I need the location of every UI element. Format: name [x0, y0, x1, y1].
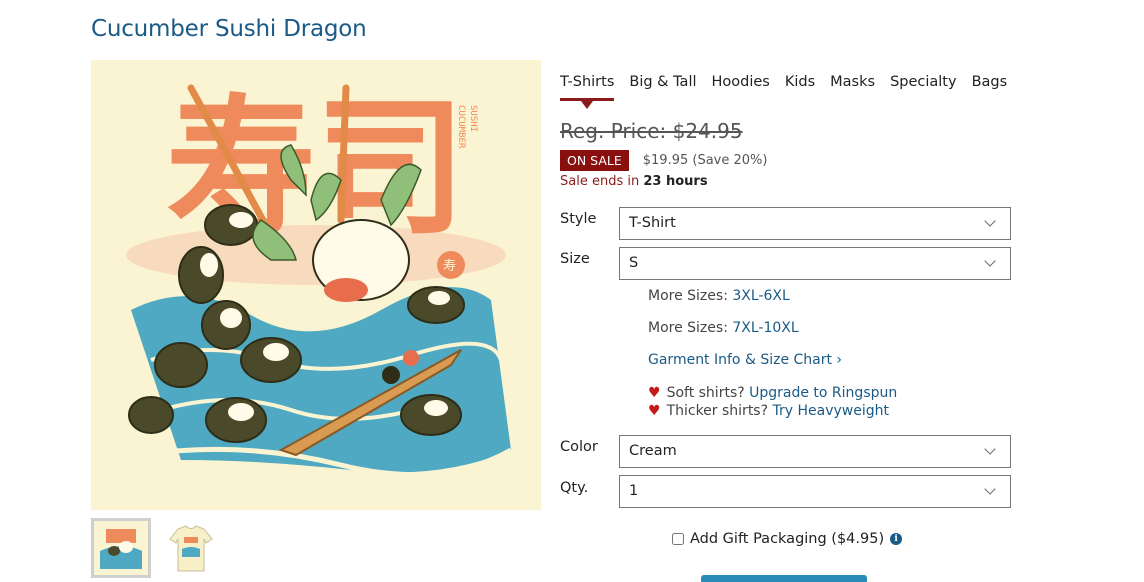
style-label: Style	[560, 211, 597, 227]
ringspun-upsell: ♥ Soft shirts? Upgrade to Ringspun	[648, 385, 898, 401]
sale-price: $19.95 (Save 20%)	[642, 153, 768, 168]
gift-packaging-option: Add Gift Packaging ($4.95) i	[672, 531, 903, 547]
chevron-down-icon	[984, 215, 996, 227]
size-chart-row: Garment Info & Size Chart ›	[648, 352, 842, 368]
more-sizes-3xl-link[interactable]: 3XL-6XL	[732, 288, 789, 304]
tab-bags[interactable]: Bags	[972, 74, 1008, 101]
product-title: Cucumber Sushi Dragon	[91, 16, 367, 42]
sushi-dragon-artwork: 寿司 CUCUMBER SUSHI 寿	[91, 60, 541, 510]
style-select[interactable]: T-Shirt	[619, 207, 1011, 240]
category-tabs: T-Shirts Big & Tall Hoodies Kids Masks S…	[560, 74, 1022, 109]
tab-kids[interactable]: Kids	[785, 74, 815, 101]
more-sizes-row-1: More Sizes: 3XL-6XL	[648, 288, 790, 304]
tab-masks[interactable]: Masks	[830, 74, 875, 101]
color-select[interactable]: Cream	[619, 435, 1011, 468]
heart-icon: ♥	[648, 403, 661, 419]
tab-big-tall[interactable]: Big & Tall	[629, 74, 696, 101]
sale-row: ON SALE $19.95 (Save 20%)	[560, 150, 767, 171]
svg-text:寿: 寿	[443, 259, 456, 274]
thumbnail-strip	[91, 518, 221, 578]
color-label: Color	[560, 439, 598, 455]
product-main-image[interactable]: 寿司 CUCUMBER SUSHI 寿	[91, 60, 541, 510]
size-label: Size	[560, 251, 590, 267]
chevron-down-icon	[984, 255, 996, 267]
svg-text:CUCUMBER: CUCUMBER	[456, 105, 466, 149]
qty-label: Qty.	[560, 480, 589, 496]
tab-hoodies[interactable]: Hoodies	[712, 74, 770, 101]
thumbnail-tshirt[interactable]	[161, 518, 221, 578]
tab-specialty[interactable]: Specialty	[890, 74, 957, 101]
info-icon[interactable]: i	[890, 533, 903, 545]
qty-select[interactable]: 1	[619, 475, 1011, 508]
sale-countdown: Sale ends in 23 hours	[560, 174, 708, 189]
gift-packaging-checkbox[interactable]	[672, 533, 684, 545]
heavyweight-link[interactable]: Try Heavyweight	[772, 403, 888, 419]
heart-icon: ♥	[648, 385, 661, 401]
active-tab-caret	[581, 101, 594, 109]
size-chart-link[interactable]: Garment Info & Size Chart ›	[648, 352, 842, 368]
size-select[interactable]: S	[619, 247, 1011, 280]
on-sale-badge: ON SALE	[560, 150, 629, 171]
svg-text:SUSHI: SUSHI	[468, 105, 478, 132]
chevron-down-icon	[984, 443, 996, 455]
chevron-down-icon	[984, 483, 996, 495]
more-sizes-row-2: More Sizes: 7XL-10XL	[648, 320, 799, 336]
add-to-cart-button[interactable]	[701, 575, 867, 582]
tab-t-shirts[interactable]: T-Shirts	[560, 74, 615, 109]
regular-price: Reg. Price: $24.95	[560, 119, 743, 143]
more-sizes-7xl-link[interactable]: 7XL-10XL	[732, 320, 798, 336]
thumbnail-artwork[interactable]	[91, 518, 151, 578]
ringspun-link[interactable]: Upgrade to Ringspun	[749, 385, 897, 401]
heavyweight-upsell: ♥ Thicker shirts? Try Heavyweight	[648, 403, 889, 419]
